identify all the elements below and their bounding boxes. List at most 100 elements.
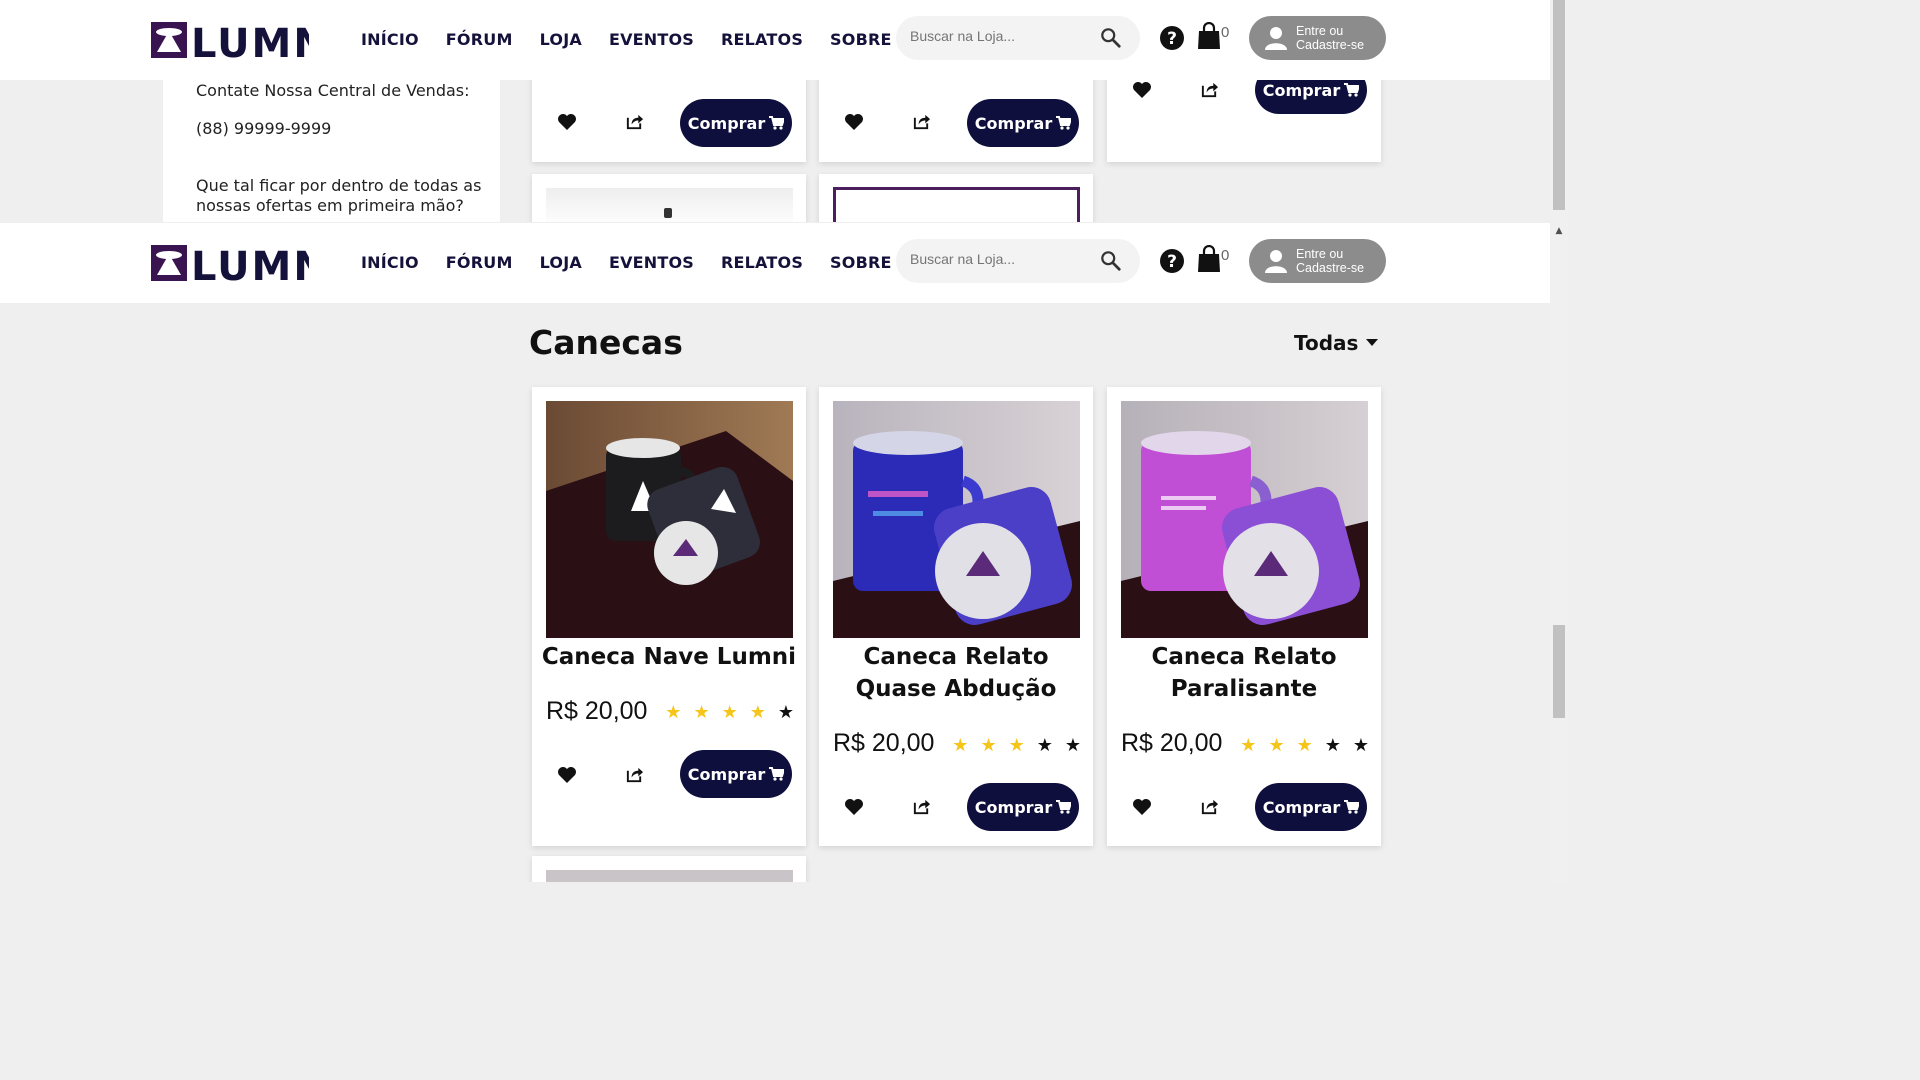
scroll-up-arrow-icon[interactable]: ▲ [1553, 226, 1565, 236]
cart-icon [1344, 83, 1360, 97]
product-card: Caneca Relato Quase Abdução R$ 20,00 ★ ★ ★… [819, 387, 1093, 846]
rating-stars: ★ ★ ★ ★ ★ [665, 703, 794, 723]
heart-icon[interactable] [557, 112, 577, 132]
newsletter-line1: Que tal ficar por dentro de todas as [196, 176, 482, 195]
product-image[interactable] [546, 401, 793, 638]
cart-icon [769, 767, 785, 781]
search-input[interactable] [910, 251, 1090, 267]
filter-label: Todas [1294, 331, 1359, 355]
nav-forum[interactable]: FÓRUM [446, 30, 513, 49]
rating-stars: ★ ★ ★ ★ ★ [1240, 736, 1369, 756]
contact-phone: (88) 99999-9999 [196, 119, 332, 138]
buy-button[interactable]: Comprar [967, 783, 1079, 831]
nav-forum[interactable]: FÓRUM [446, 253, 513, 272]
svg-text:LUMNI: LUMNI [191, 244, 309, 284]
share-icon[interactable] [625, 112, 644, 131]
product-image[interactable] [833, 401, 1080, 638]
category-filter-dropdown[interactable]: Todas [1294, 331, 1379, 355]
product-name[interactable]: Caneca Relato Paralisante [1115, 641, 1373, 705]
site-header: LUMNI INÍCIO FÓRUM LOJA EVENTOS RELATOS … [0, 0, 1550, 80]
caret-down-icon [1366, 339, 1379, 346]
svg-text:LUMNI: LUMNI [191, 21, 309, 61]
login-button[interactable]: Entre ou Cadastre-se [1249, 16, 1386, 60]
user-icon [1265, 250, 1287, 273]
share-icon[interactable] [625, 765, 644, 784]
nav-eventos[interactable]: EVENTOS [609, 253, 694, 272]
star-icon: ★ [777, 702, 794, 723]
top-viewport: LUMNI INÍCIO FÓRUM LOJA EVENTOS RELATOS … [0, 0, 1550, 222]
shopping-bag-icon[interactable] [1197, 22, 1221, 50]
product-image[interactable] [1121, 401, 1368, 638]
nav-inicio[interactable]: INÍCIO [361, 253, 419, 272]
help-icon[interactable]: ? [1159, 25, 1185, 51]
sales-contact-panel: Contate Nossa Central de Vendas: (88) 99… [163, 70, 500, 222]
nav-inicio[interactable]: INÍCIO [361, 30, 419, 49]
svg-text:?: ? [1167, 29, 1177, 49]
heart-icon[interactable] [844, 112, 864, 132]
share-icon[interactable] [1200, 80, 1219, 99]
nav-loja[interactable]: LOJA [540, 30, 582, 49]
buy-button[interactable]: Comprar [680, 750, 792, 798]
cart-icon [1056, 116, 1072, 130]
search-icon[interactable] [1100, 250, 1122, 272]
help-icon[interactable]: ? [1159, 248, 1185, 274]
star-icon: ★ [952, 735, 969, 756]
nav-relatos[interactable]: RELATOS [721, 30, 803, 49]
scrollbar-thumb[interactable] [1553, 625, 1565, 718]
star-icon: ★ [980, 735, 997, 756]
product-price: R$ 20,00 [546, 697, 648, 725]
product-name[interactable]: Caneca Relato Quase Abdução [827, 641, 1085, 705]
cart-icon [1056, 800, 1072, 814]
main-nav: INÍCIO FÓRUM LOJA EVENTOS RELATOS SOBRE … [361, 253, 964, 272]
nav-relatos[interactable]: RELATOS [721, 253, 803, 272]
main-nav: INÍCIO FÓRUM LOJA EVENTOS RELATOS SOBRE … [361, 30, 964, 49]
nav-loja[interactable]: LOJA [540, 253, 582, 272]
share-icon[interactable] [912, 797, 931, 816]
heart-icon[interactable] [1132, 797, 1152, 817]
product-card-partial [819, 174, 1093, 222]
nav-eventos[interactable]: EVENTOS [609, 30, 694, 49]
buy-button[interactable]: Comprar [967, 99, 1079, 147]
star-icon: ★ [693, 702, 710, 723]
login-label: Entre ou Cadastre-se [1296, 24, 1365, 52]
lumni-logo[interactable]: LUMNI [151, 19, 309, 61]
search-icon[interactable] [1100, 27, 1122, 49]
product-card-partial [532, 856, 806, 882]
buy-button[interactable]: Comprar [1255, 783, 1367, 831]
star-icon: ★ [721, 702, 738, 723]
product-card-partial [532, 174, 806, 222]
cart-icon [1344, 800, 1360, 814]
cart-icon [769, 116, 785, 130]
share-icon[interactable] [912, 112, 931, 131]
product-image[interactable] [546, 870, 793, 882]
cart-count: 0 [1221, 24, 1230, 41]
share-icon[interactable] [1200, 797, 1219, 816]
cart-count: 0 [1221, 247, 1230, 264]
heart-icon[interactable] [844, 797, 864, 817]
scrollbar-thumb[interactable] [1553, 0, 1565, 210]
product-card: Caneca Relato Paralisante R$ 20,00 ★ ★ ★ ★ ★… [1107, 387, 1381, 846]
star-icon: ★ [1296, 735, 1313, 756]
star-icon: ★ [1008, 735, 1025, 756]
product-price: R$ 20,00 [833, 729, 935, 757]
rating-stars: ★ ★ ★ ★ ★ [952, 736, 1081, 756]
section-title: Canecas [529, 323, 683, 362]
buy-button[interactable]: Comprar [680, 99, 792, 147]
product-name[interactable]: Caneca Nave Lumni [540, 641, 798, 673]
heart-icon[interactable] [1132, 80, 1152, 100]
product-price: R$ 20,00 [1121, 729, 1223, 757]
lumni-logo[interactable]: LUMNI [151, 242, 309, 284]
star-icon: ★ [1064, 735, 1081, 756]
star-icon: ★ [749, 702, 766, 723]
search-input[interactable] [910, 28, 1090, 44]
product-image[interactable] [833, 187, 1080, 222]
star-icon: ★ [665, 702, 682, 723]
contact-label: Contate Nossa Central de Vendas: [196, 81, 470, 100]
star-icon: ★ [1036, 735, 1053, 756]
user-icon [1265, 27, 1287, 50]
search-box [896, 16, 1140, 60]
shopping-bag-icon[interactable] [1197, 245, 1221, 273]
heart-icon[interactable] [557, 765, 577, 785]
star-icon: ★ [1324, 735, 1341, 756]
login-button[interactable]: Entre ou Cadastre-se [1249, 239, 1386, 283]
